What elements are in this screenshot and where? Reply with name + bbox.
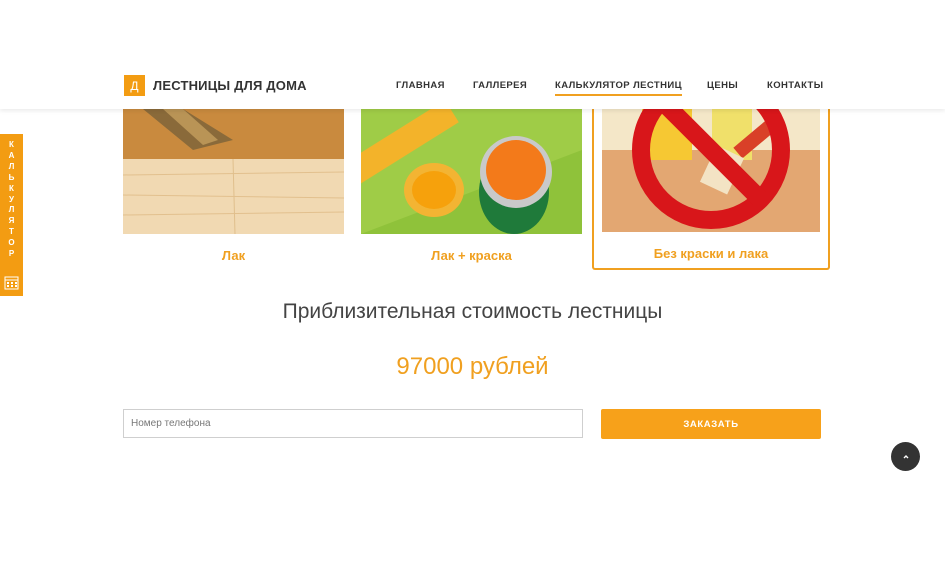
finish-option-label: Лак bbox=[221, 248, 246, 263]
nav-item-gallery[interactable]: ГАЛЛЕРЕЯ bbox=[473, 80, 527, 91]
finish-option-label: Лак + краска bbox=[431, 248, 512, 263]
site-header: Д ЛЕСТНИЦЫ ДЛЯ ДОМА ГЛАВНАЯ ГАЛЛЕРЕЯ КАЛ… bbox=[0, 0, 945, 109]
chevron-up-icon bbox=[903, 454, 908, 458]
scroll-to-top-button[interactable] bbox=[891, 442, 920, 471]
finish-option-label: Без краски и лака bbox=[653, 246, 769, 261]
estimate-price: 97000 рублей bbox=[396, 353, 549, 380]
nav-item-contacts[interactable]: КОНТАКТЫ bbox=[767, 80, 823, 91]
calculator-side-tab[interactable]: КАЛЬКУЛЯТОР bbox=[0, 134, 23, 296]
main-nav: ГЛАВНАЯ ГАЛЛЕРЕЯ КАЛЬКУЛЯТОР ЛЕСТНИЦ ЦЕН… bbox=[0, 80, 945, 100]
order-button[interactable]: ЗАКАЗАТЬ bbox=[601, 409, 821, 439]
phone-input[interactable] bbox=[123, 409, 583, 438]
side-tab-label: КАЛЬКУЛЯТОР bbox=[8, 140, 15, 259]
nav-item-home[interactable]: ГЛАВНАЯ bbox=[396, 80, 445, 91]
nav-item-prices[interactable]: ЦЕНЫ bbox=[707, 80, 738, 91]
estimate-title: Приблизительная стоимость лестницы bbox=[282, 300, 663, 323]
nav-item-stair-calculator[interactable]: КАЛЬКУЛЯТОР ЛЕСТНИЦ bbox=[555, 80, 682, 96]
calculator-icon bbox=[4, 275, 19, 290]
